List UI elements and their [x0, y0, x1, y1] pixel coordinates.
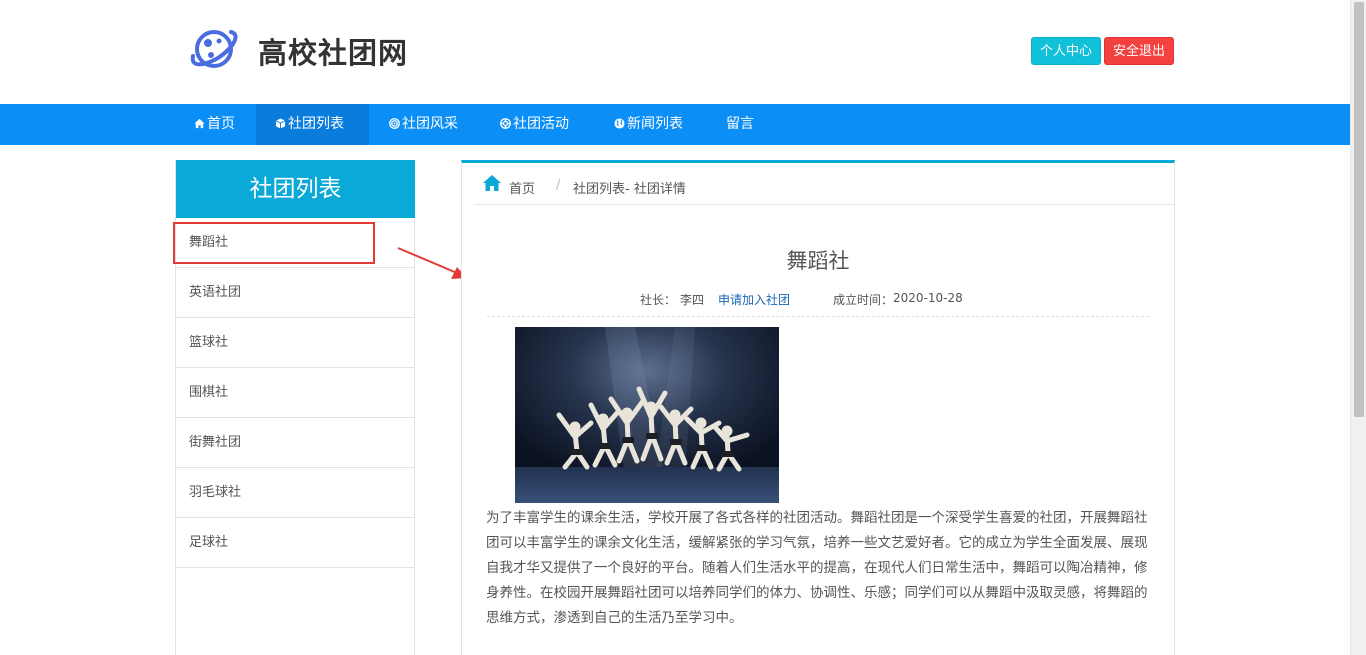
- club-name: 舞蹈社: [786, 249, 850, 273]
- page-scrollbar[interactable]: [1350, 0, 1366, 655]
- main-nav: 首页 社团列表 社团风采 社团活动 新闻列表 留言: [0, 104, 1350, 145]
- sidebar-item-basketball[interactable]: 篮球社: [176, 318, 414, 368]
- club-detail-panel: 首页 / 社团列表- 社团详情 舞蹈社 社长： 李四 申请加入社团 成立时间： …: [461, 160, 1175, 655]
- logo-icon: [190, 30, 238, 68]
- nav-item-label: 社团列表: [288, 116, 344, 132]
- nav-item-message[interactable]: 留言: [726, 104, 754, 145]
- breadcrumb: 首页 / 社团列表- 社团详情: [474, 171, 1174, 205]
- sidebar-item-football[interactable]: 足球社: [176, 518, 414, 568]
- nav-item-home[interactable]: 首页: [194, 104, 235, 145]
- target-icon: [389, 118, 400, 129]
- nav-item-club-activity[interactable]: 社团活动: [500, 104, 569, 145]
- annotation-arrow: [397, 247, 467, 279]
- divider: [487, 316, 1149, 317]
- home-icon: [194, 118, 205, 129]
- sidebar-item-badminton[interactable]: 羽毛球社: [176, 468, 414, 518]
- nav-item-label: 社团风采: [402, 116, 458, 132]
- breadcrumb-separator: /: [556, 178, 561, 193]
- selection-highlight-box: [173, 222, 375, 264]
- nav-item-label: 留言: [726, 116, 754, 132]
- globe-icon: [614, 118, 625, 129]
- home-icon: [483, 175, 501, 191]
- leader-label: 社长：: [640, 293, 677, 307]
- nav-item-news-list[interactable]: 新闻列表: [614, 104, 683, 145]
- leader-name: 李四: [680, 293, 705, 307]
- founded-date-label: 成立时间：: [833, 293, 894, 307]
- nav-item-club-style[interactable]: 社团风采: [389, 104, 458, 145]
- scrollbar-thumb[interactable]: [1354, 2, 1364, 417]
- breadcrumb-home-link[interactable]: 首页: [509, 178, 535, 197]
- club-description: 为了丰富学生的课余生活，学校开展了各式各样的社团活动。舞蹈社团是一个深受学生喜爱…: [486, 510, 1148, 626]
- sidebar-item-english[interactable]: 英语社团: [176, 268, 414, 318]
- sidebar-item-go[interactable]: 围棋社: [176, 368, 414, 418]
- site-title: 高校社团网: [258, 36, 409, 70]
- header: 高校社团网 个人中心 安全退出: [0, 0, 1350, 104]
- breadcrumb-current: 社团列表- 社团详情: [573, 182, 686, 197]
- club-photo: [515, 327, 779, 503]
- lifebuoy-icon: [500, 118, 511, 129]
- nav-item-label: 首页: [207, 116, 235, 132]
- user-center-button[interactable]: 个人中心: [1031, 37, 1101, 65]
- nav-item-label: 社团活动: [513, 116, 569, 132]
- cube-icon: [275, 118, 286, 129]
- logout-button[interactable]: 安全退出: [1104, 37, 1174, 65]
- join-club-link[interactable]: 申请加入社团: [718, 291, 790, 308]
- nav-item-club-list[interactable]: 社团列表: [256, 104, 369, 145]
- founded-date: 2020-10-28: [893, 291, 963, 305]
- sidebar-title: 社团列表: [176, 160, 415, 218]
- page: 高校社团网 个人中心 安全退出 首页 社团列表 社团风采 社团活动 新闻列表 留…: [0, 0, 1366, 655]
- nav-item-label: 新闻列表: [627, 116, 683, 132]
- sidebar-item-street-dance[interactable]: 街舞社团: [176, 418, 414, 468]
